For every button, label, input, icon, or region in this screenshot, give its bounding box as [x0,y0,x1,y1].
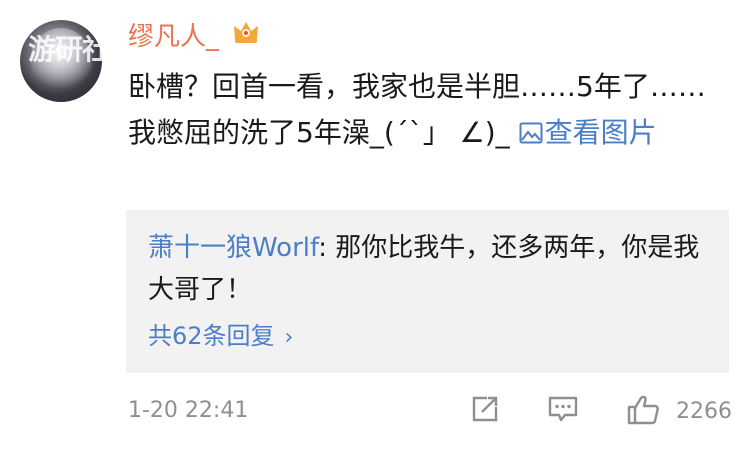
reply-separator: : [318,233,336,263]
username[interactable]: 缪凡人_ [128,16,219,53]
repost-icon[interactable] [470,394,500,424]
reply-preview[interactable]: 萧十一狼Worlf: 那你比我牛，还多两年，你是我大哥了！ 共62条回复 › [126,210,729,373]
chevron-right-icon: › [284,325,294,350]
more-replies-link[interactable]: 共62条回复 › [148,316,293,351]
reply-author[interactable]: 萧十一狼Worlf [148,233,318,263]
like-icon[interactable] [626,394,662,426]
crown-icon [234,22,258,43]
comment-body: 卧槽？回首一看，我家也是半胆……5年了……我憋屈的洗了5年澡_(´`」 ∠)_ … [128,64,728,156]
timestamp: 1-20 22:41 [128,398,249,423]
comment-icon[interactable] [547,394,579,424]
like-count: 2266 [676,399,732,424]
reply-count-label: 共62条回复 [148,322,275,350]
picture-icon [519,122,543,144]
view-picture-link[interactable]: 查看图片 [519,116,657,149]
reply-text-block: 萧十一狼Worlf: 那你比我牛，还多两年，你是我大哥了！ [148,227,708,311]
watermark-text: 游研社 [28,33,110,66]
view-picture-label: 查看图片 [544,116,657,149]
